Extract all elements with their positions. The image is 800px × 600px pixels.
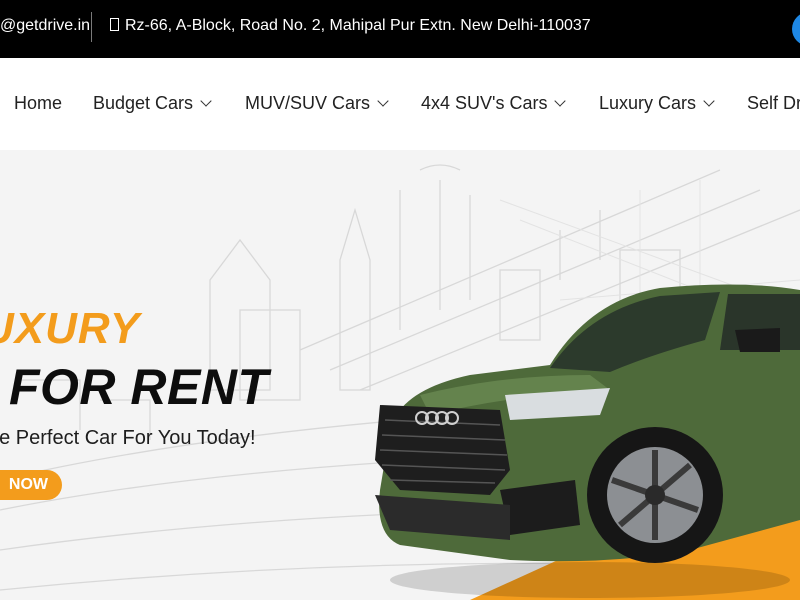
nav-item-self-drive[interactable]: Self Dr xyxy=(747,93,800,114)
book-now-button[interactable]: NOW xyxy=(0,470,62,500)
nav-item-label: 4x4 SUV's Cars xyxy=(421,93,548,113)
social-button[interactable] xyxy=(792,12,800,46)
address-text: Rz-66, A-Block, Road No. 2, Mahipal Pur … xyxy=(110,17,591,35)
nav-item-budget-cars[interactable]: Budget Cars xyxy=(93,93,212,114)
nav-item-4x4-suv-cars[interactable]: 4x4 SUV's Cars xyxy=(421,93,567,114)
nav-item-muv-suv-cars[interactable]: MUV/SUV Cars xyxy=(245,93,389,114)
hero-headline: R FOR RENT xyxy=(0,359,269,415)
hero-tagline: ne Perfect Car For You Today! xyxy=(0,427,256,449)
nav-item-label: Self Dr xyxy=(747,93,800,113)
chevron-down-icon xyxy=(554,95,567,107)
map-pin-icon xyxy=(110,18,119,31)
contact-email-link[interactable]: @getdrive.in xyxy=(0,17,90,35)
hero-banner: UXURY R FOR RENT ne Perfect Car For You … xyxy=(0,150,800,600)
main-navigation: Home Budget Cars MUV/SUV Cars 4x4 SUV's … xyxy=(0,58,800,150)
address-label: Rz-66, A-Block, Road No. 2, Mahipal Pur … xyxy=(125,17,591,34)
car-image xyxy=(375,284,800,598)
nav-item-label: Luxury Cars xyxy=(599,93,697,113)
chevron-down-icon xyxy=(200,95,212,107)
chevron-down-icon xyxy=(703,95,715,107)
nav-item-label: MUV/SUV Cars xyxy=(245,93,371,113)
chevron-down-icon xyxy=(377,95,389,107)
hero-eyebrow: UXURY xyxy=(0,304,141,353)
top-info-bar: @getdrive.in Rz-66, A-Block, Road No. 2,… xyxy=(0,0,800,58)
nav-item-label: Home xyxy=(14,93,63,113)
nav-item-label: Budget Cars xyxy=(93,93,194,113)
topbar-divider xyxy=(91,12,92,42)
nav-item-luxury-cars[interactable]: Luxury Cars xyxy=(599,93,715,114)
nav-item-home[interactable]: Home xyxy=(14,93,62,114)
